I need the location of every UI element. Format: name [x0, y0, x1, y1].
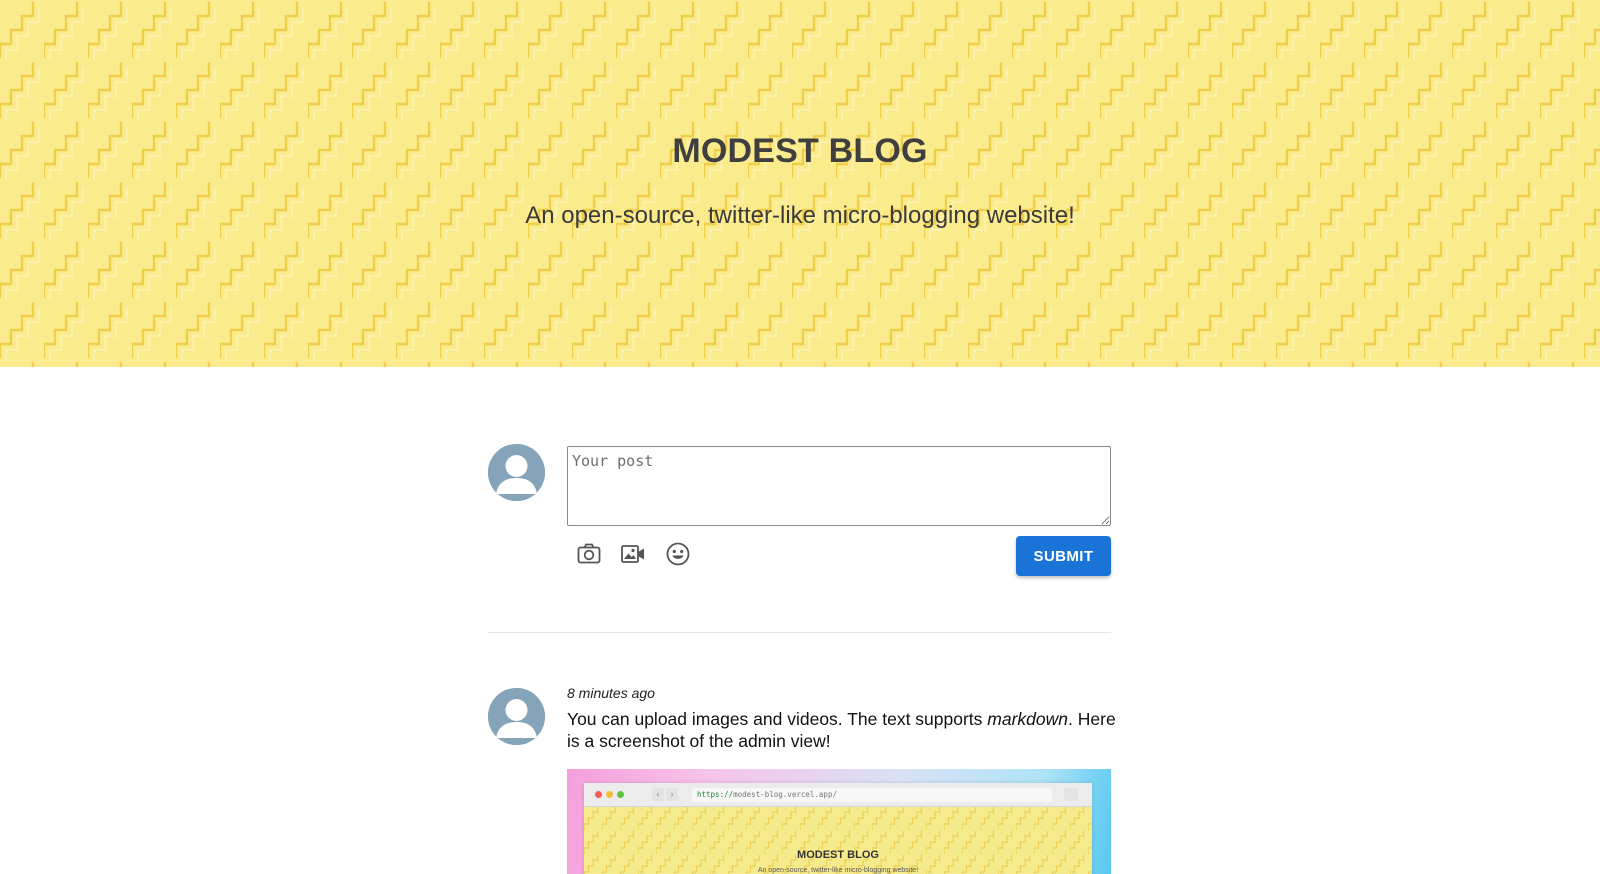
url-text: modest-blog.vercel.app/ [733, 790, 837, 799]
window-minimize-dot-icon [606, 791, 613, 798]
site-subtitle: An open-source, twitter-like micro-blogg… [525, 202, 1075, 229]
back-arrow-icon: ‹ [652, 788, 664, 801]
video-camera-icon[interactable] [620, 541, 646, 567]
screenshot-site-title: MODEST BLOG [797, 849, 879, 861]
post-text-emphasis: markdown [987, 709, 1069, 729]
screenshot-browser-toolbar: ‹ › https://modest-blog.vercel.app/ [584, 783, 1092, 807]
submit-button[interactable]: SUBMIT [1016, 536, 1111, 576]
post-body: You can upload images and videos. The te… [567, 708, 1127, 752]
screenshot-hero-pattern [584, 807, 1092, 874]
emoji-icon[interactable] [665, 541, 691, 567]
forward-arrow-icon: › [666, 788, 678, 801]
url-protocol: https:// [697, 790, 734, 799]
window-maximize-dot-icon [617, 791, 624, 798]
screenshot-browser-window: ‹ › https://modest-blog.vercel.app/ MODE… [584, 783, 1092, 874]
person-icon [488, 444, 545, 501]
person-icon [488, 688, 545, 745]
post-text-part: You can upload images and videos. The te… [567, 709, 988, 729]
post-timestamp[interactable]: 8 minutes ago [567, 685, 655, 701]
screenshot-address-bar: https://modest-blog.vercel.app/ [692, 788, 1052, 802]
screenshot-site-subtitle: An open-source, twitter-like micro-blogg… [757, 867, 919, 874]
post-image[interactable]: ‹ › https://modest-blog.vercel.app/ MODE… [567, 769, 1111, 874]
user-avatar[interactable] [488, 444, 545, 501]
site-title: MODEST BLOG [672, 132, 928, 170]
hero-pattern [0, 0, 1600, 367]
camera-icon[interactable] [576, 541, 602, 567]
browser-extension-icon [1064, 788, 1078, 801]
post-author-avatar[interactable] [488, 688, 545, 745]
window-close-dot-icon [595, 791, 602, 798]
feed-divider [488, 632, 1111, 633]
post-textarea[interactable] [567, 446, 1111, 526]
hero-banner: MODEST BLOG An open-source, twitter-like… [0, 0, 1600, 367]
